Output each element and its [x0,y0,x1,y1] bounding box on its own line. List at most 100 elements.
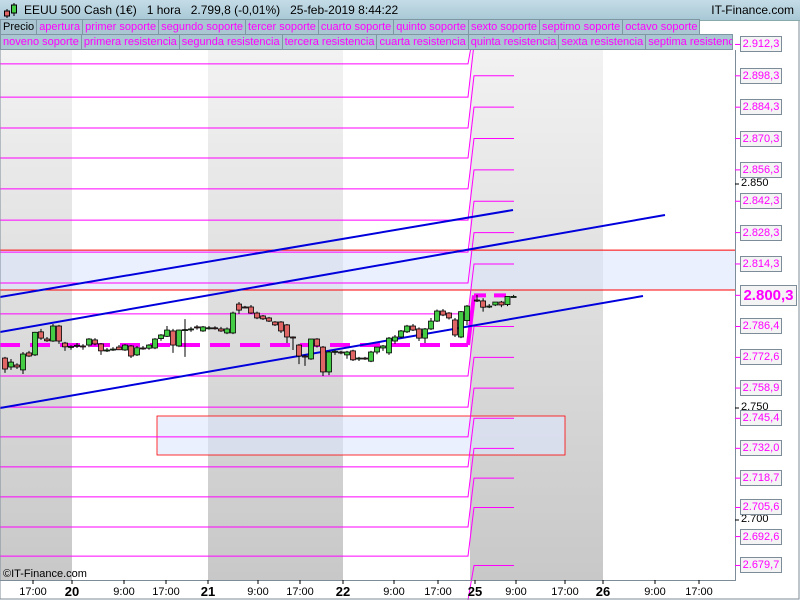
candle-up [422,328,428,339]
candle-up [176,329,182,347]
legend-tab[interactable]: octavo soporte [622,19,701,35]
legend-tab[interactable]: septimo soporte [539,19,624,35]
candle-up [110,348,116,351]
candle-up [486,305,493,308]
x-day-label: 26 [595,584,611,599]
candle-up [104,349,110,352]
candle-up [428,320,434,330]
candle-down [314,338,320,347]
candle-up [224,328,230,334]
level-price-label: 2.758,9 [740,380,782,397]
candle-down [236,303,242,311]
candle-down [410,325,416,331]
level-price-label: 2.898,3 [740,67,782,84]
candle-up [68,345,74,348]
candlestick-logo-icon [4,3,17,18]
x-time-label: 17:00 [152,586,180,598]
candle-up [230,312,236,334]
legend-tab[interactable]: quinto soporte [393,19,469,35]
candle-up [458,311,464,338]
candle-down [362,357,368,360]
candle-down [440,310,446,316]
x-time-label: 9:00 [383,586,405,598]
legend-tab[interactable]: tercer soporte [245,19,319,35]
legend-tab[interactable]: cuarto soporte [317,19,395,35]
chart-title: EEUU 500 Cash (1€) 1 hora 2.799,8 (-0,01… [24,3,399,17]
level-price-label: 2.692,6 [740,528,782,545]
legend-tab[interactable]: noveno soporte [0,34,82,50]
candle-down [80,345,86,348]
level-price-label: 2.828,3 [740,224,782,241]
candle-down [350,350,356,361]
candle-down [302,355,308,358]
legend-tab[interactable]: cuarta resistencia [376,34,469,50]
x-time-label: 17:00 [551,586,579,598]
candle-down [290,336,296,339]
legend-tab[interactable]: apertura [36,19,84,35]
candle-up [32,331,38,356]
candle-down [242,306,248,309]
level-price-label: 2.884,3 [740,99,782,116]
legend-tab[interactable]: sexto soporte [467,19,541,35]
legend-tab[interactable]: tercera resistencia [281,34,378,50]
candle-up [368,351,374,362]
level-price-label: 2.786,4 [740,318,782,335]
candle-up [146,344,152,349]
candle-down [98,343,104,352]
candle-up [326,351,332,373]
level-price-label: 2.842,3 [740,193,782,210]
legend-row-1: Precio apertura primer soporte segundo sopo… [0,19,701,35]
legend-tab[interactable]: primer soporte [82,19,160,35]
legend-tab[interactable]: septima resistencia [645,34,734,50]
candle-up [332,350,338,353]
candle-up [74,344,80,347]
legend-tab[interactable]: quinta resistencia [467,34,560,50]
copyright: ©IT-Finance.com [3,568,87,580]
level-price-label: 2.912,3 [740,36,782,53]
candle-up [510,296,517,298]
candle-down [2,357,8,370]
candle-up [122,344,128,351]
legend-tab[interactable]: sexta resistencia [558,34,647,50]
candle-down [140,347,146,350]
candle-down [416,328,422,339]
candle-up [492,301,499,306]
x-day-label: 25 [467,584,483,599]
candle-down [212,327,218,330]
legend-tab[interactable]: segundo soporte [158,19,247,35]
legend-tab[interactable]: primera resistencia [80,34,180,50]
candle-up [20,353,26,371]
level-price-label: 2.718,7 [740,470,782,487]
frame [0,0,800,600]
day-shade [0,50,72,580]
x-day-label: 22 [335,584,351,599]
candle-up [134,347,140,356]
level-price-label: 2.745,4 [740,410,782,427]
candle-down [38,331,44,339]
x-time-label: 9:00 [113,586,135,598]
candle-down [194,326,200,329]
candle-down [452,319,458,336]
candle-down [44,338,50,342]
x-day-label: 21 [200,584,216,599]
candle-down [170,330,176,346]
candle-down [26,352,32,357]
candle-down [116,346,122,351]
candle-up [386,337,392,354]
x-time-label: 17:00 [19,586,47,598]
candle-up [504,296,511,305]
price-chart[interactable] [0,0,800,600]
candle-down [284,324,290,338]
candle-up [206,327,212,330]
candle-up [200,326,206,332]
title-bar: EEUU 500 Cash (1€) 1 hora 2.799,8 (-0,01… [0,0,800,21]
candle-up [50,325,56,342]
legend-tab[interactable]: Precio [0,19,38,35]
day-shade [208,50,343,580]
level-price-label: 2.732,0 [740,440,782,457]
candle-up [374,346,380,353]
legend-tab[interactable]: segunda resistencia [178,34,283,50]
candle-down [446,312,452,319]
candle-down [474,299,480,302]
level-price-label: 2.772,6 [740,349,782,366]
